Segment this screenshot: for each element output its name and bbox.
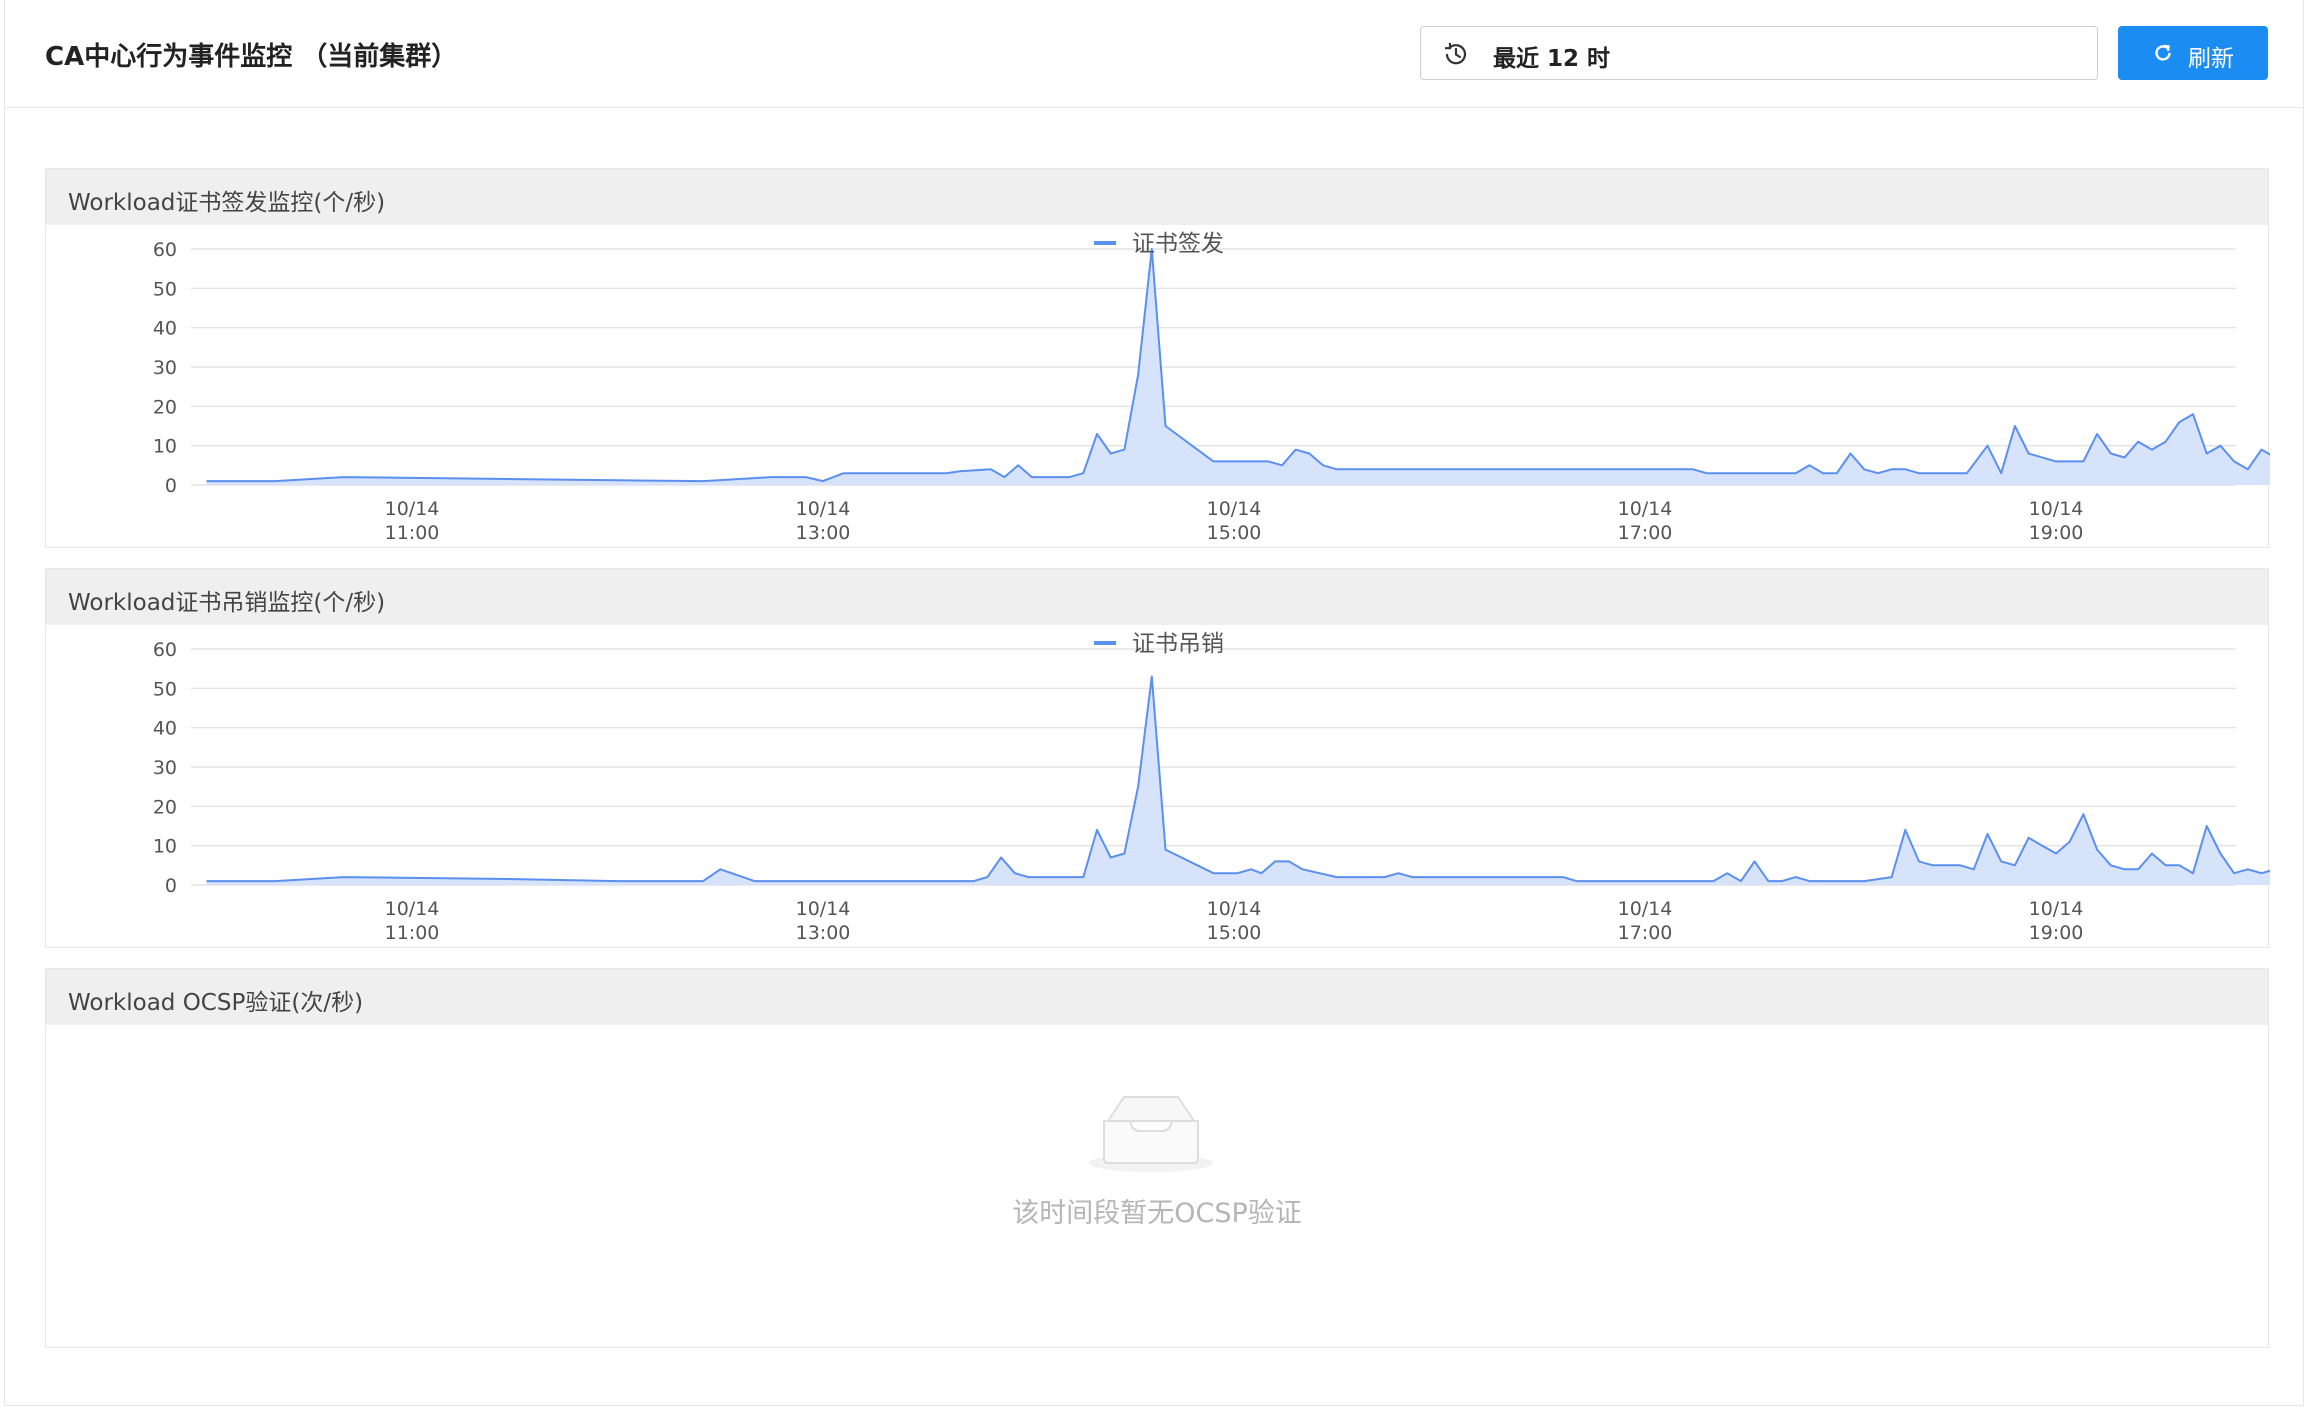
x-tick-time: 19:00 (2029, 922, 2084, 944)
x-tick-date: 10/14 (2029, 498, 2084, 520)
x-tick-time: 19:00 (2029, 522, 2084, 544)
series-area (206, 676, 2270, 885)
refresh-label: 刷新 (2188, 46, 2234, 72)
refresh-icon (2155, 44, 2171, 61)
panel-title: Workload证书吊销监控(个/秒) (68, 590, 386, 616)
empty-text: 该时间段暂无OCSP验证 (1012, 1198, 1302, 1229)
time-range-select[interactable]: 最近 12 时 (1420, 26, 2098, 80)
page-header: CA中心行为事件监控 （当前集群） 最近 12 时 刷新 (5, 0, 2303, 108)
y-tick-label: 20 (153, 796, 177, 818)
issuance-chart: 010203040506010/1411:0010/1413:0010/1415… (153, 231, 2270, 544)
x-tick-date: 10/14 (796, 898, 851, 920)
x-tick-date: 10/14 (1207, 498, 1262, 520)
y-tick-label: 60 (153, 239, 177, 261)
x-tick-time: 15:00 (1207, 922, 1262, 944)
empty-state: 该时间段暂无OCSP验证 (46, 1025, 2268, 1345)
y-tick-label: 60 (153, 639, 177, 661)
y-tick-label: 40 (153, 318, 177, 340)
panel-header: Workload OCSP验证(次/秒) (46, 969, 2268, 1025)
x-tick-date: 10/14 (1618, 498, 1673, 520)
x-tick-date: 10/14 (385, 498, 440, 520)
legend-label[interactable]: 证书签发 (1132, 231, 1224, 257)
panel-title: Workload OCSP验证(次/秒) (68, 990, 364, 1016)
panel-title: Workload证书签发监控(个/秒) (68, 190, 386, 216)
series-line (206, 675, 2270, 883)
y-tick-label: 20 (153, 396, 177, 418)
y-tick-label: 10 (153, 436, 177, 458)
legend-label[interactable]: 证书吊销 (1132, 631, 1224, 657)
monitor-page: CA中心行为事件监控 （当前集群） 最近 12 时 刷新 Workload证书签… (4, 0, 2304, 1406)
x-tick-date: 10/14 (1207, 898, 1262, 920)
y-tick-label: 50 (153, 278, 177, 300)
panel-header: Workload证书签发监控(个/秒) (46, 169, 2268, 225)
y-tick-label: 0 (165, 475, 177, 497)
x-tick-time: 13:00 (796, 922, 851, 944)
y-tick-label: 0 (165, 875, 177, 897)
x-tick-time: 11:00 (385, 522, 440, 544)
empty-inbox-icon (1089, 1096, 1213, 1172)
issuance-panel: Workload证书签发监控(个/秒) 0 10 20 30 40 50 60 10/14 11… (45, 168, 2270, 548)
refresh-button[interactable]: 刷新 (2118, 26, 2268, 80)
time-range-value: 最近 12 时 (1493, 46, 1611, 72)
x-tick-date: 10/14 (796, 498, 851, 520)
history-icon (1445, 43, 1467, 65)
x-tick-time: 13:00 (796, 522, 851, 544)
y-tick-label: 40 (153, 718, 177, 740)
y-tick-label: 30 (153, 357, 177, 379)
ocsp-panel: Workload OCSP验证(次/秒) 该时间段暂无OCSP验证 (45, 968, 2269, 1348)
revocation-chart: 010203040506010/1411:0010/1413:0010/1415… (153, 631, 2270, 944)
x-tick-time: 17:00 (1618, 922, 1673, 944)
panel-header: Workload证书吊销监控(个/秒) (46, 569, 2268, 625)
y-tick-label: 10 (153, 836, 177, 858)
x-tick-time: 17:00 (1618, 522, 1673, 544)
revocation-panel: Workload证书吊销监控(个/秒) 0 10 20 30 40 50 60 10/14 11… (45, 568, 2270, 948)
y-tick-label: 50 (153, 678, 177, 700)
x-tick-time: 11:00 (385, 922, 440, 944)
x-tick-date: 10/14 (2029, 898, 2084, 920)
y-tick-label: 30 (153, 757, 177, 779)
page-title: CA中心行为事件监控 （当前集群） (45, 42, 458, 72)
x-tick-date: 10/14 (1618, 898, 1673, 920)
x-tick-time: 15:00 (1207, 522, 1262, 544)
x-tick-date: 10/14 (385, 898, 440, 920)
